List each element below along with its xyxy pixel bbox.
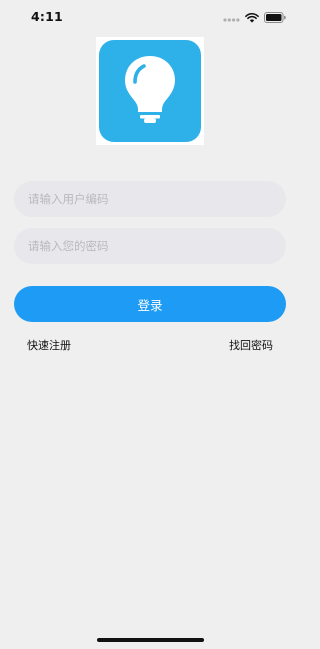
password-input[interactable] <box>14 228 286 264</box>
user-code-input[interactable] <box>14 181 286 217</box>
status-time: 4:11 <box>31 9 63 24</box>
login-button[interactable]: 登录 <box>14 286 286 322</box>
home-indicator <box>97 638 204 642</box>
app-logo <box>96 37 204 145</box>
logo-tile <box>99 40 201 142</box>
battery-icon <box>264 8 286 27</box>
status-icons <box>223 11 286 23</box>
wifi-icon <box>245 8 259 27</box>
lightbulb-icon <box>120 52 180 130</box>
signal-dots-icon <box>223 8 240 27</box>
forgot-password-link[interactable]: 找回密码 <box>229 337 273 353</box>
status-bar: 4:11 <box>0 0 300 34</box>
register-link[interactable]: 快速注册 <box>27 337 71 353</box>
